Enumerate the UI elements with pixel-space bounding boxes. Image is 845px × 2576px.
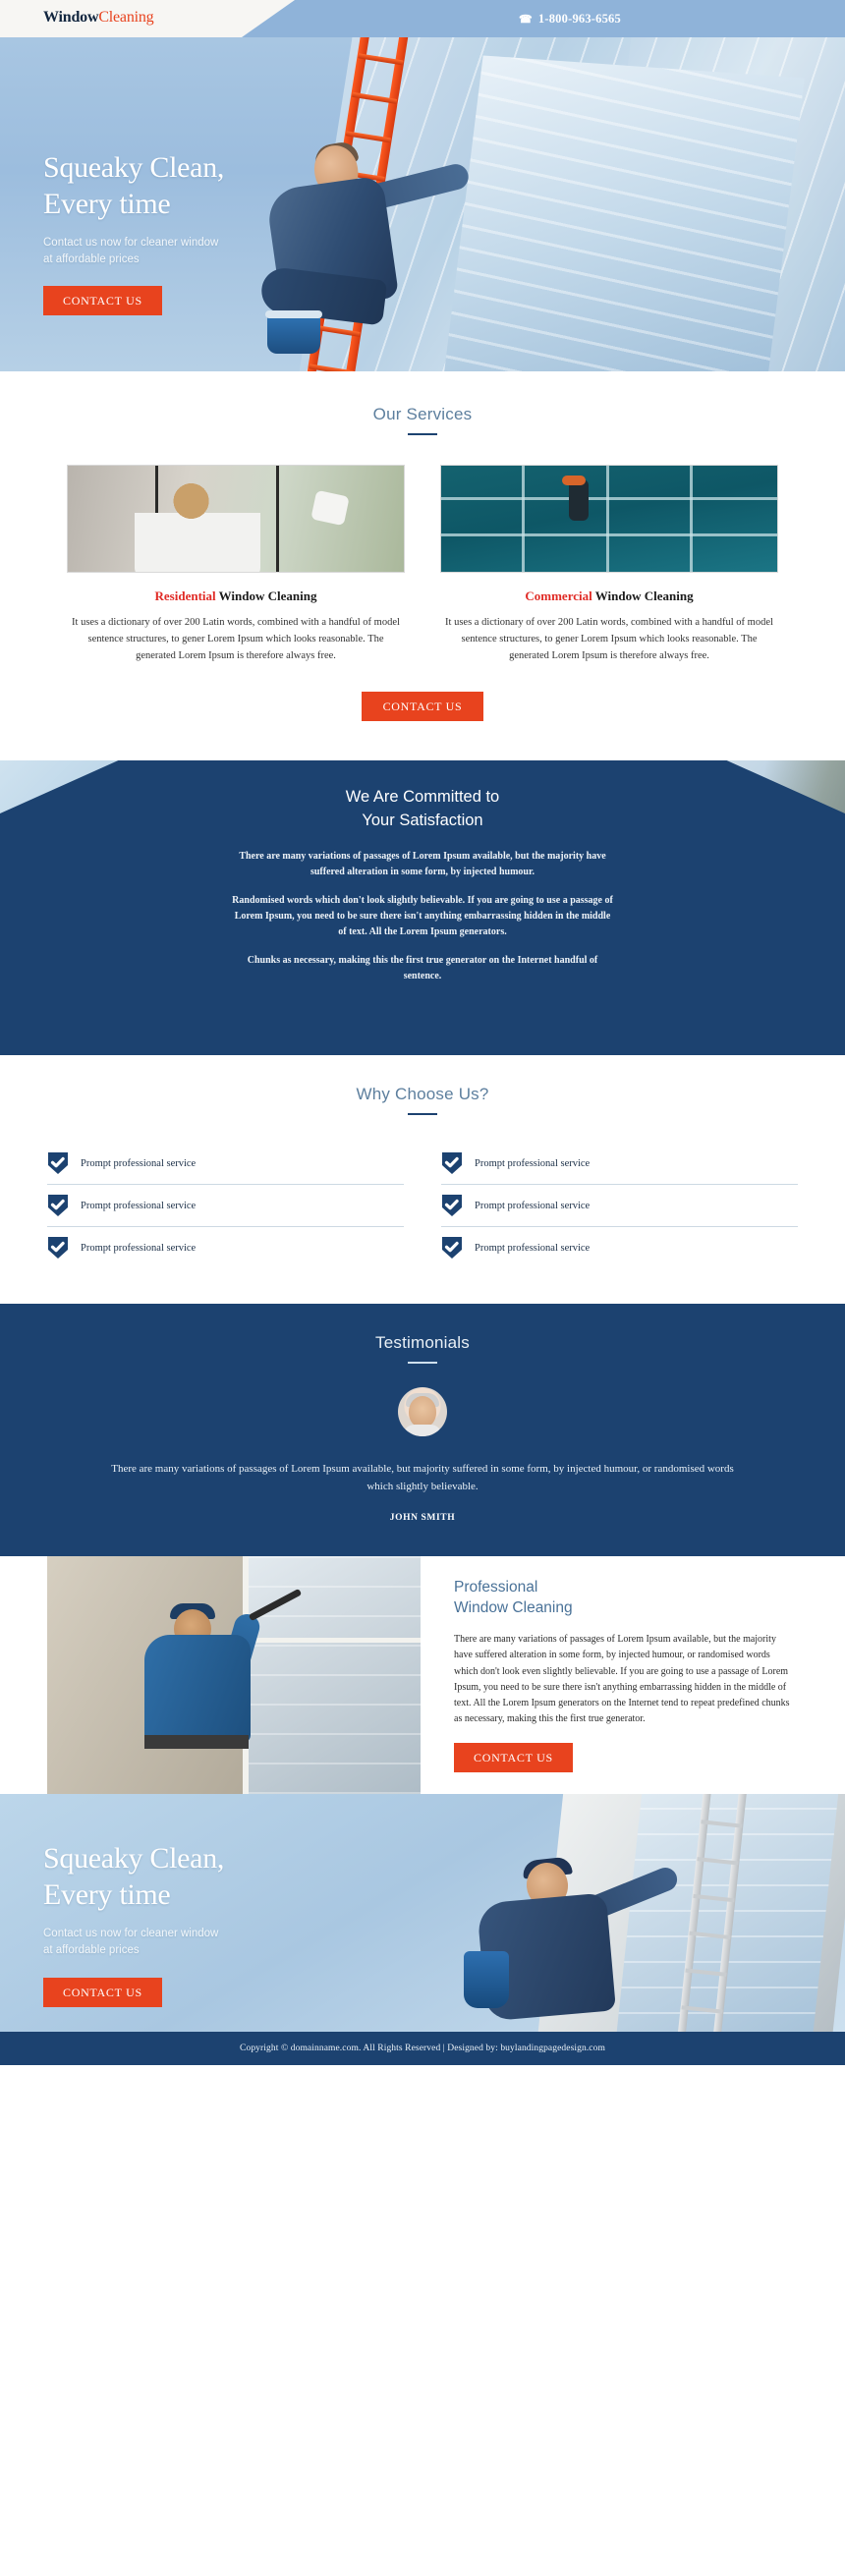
testimonial-author: JOHN SMITH xyxy=(389,1513,456,1524)
professional-title: Professional Window Cleaning xyxy=(454,1578,794,1619)
hero-title: Squeaky Clean, Every time xyxy=(43,150,367,223)
why-right-column: Prompt professional service Prompt profe… xyxy=(441,1143,798,1268)
site-header: WindowCleaning ☎ 1-800-963-6565 xyxy=(0,0,845,37)
hero-subtitle-line2: at affordable prices xyxy=(43,253,140,266)
commercial-card-title: Commercial Window Cleaning xyxy=(440,588,778,604)
residential-service-image xyxy=(67,465,405,573)
commitment-paragraph-3: Chunks as necessary, making this the fir… xyxy=(247,954,598,981)
testimonials-section: Testimonials There are many variations o… xyxy=(0,1304,845,1557)
shield-check-icon xyxy=(441,1194,463,1217)
why-item-label: Prompt professional service xyxy=(475,1200,591,1211)
commitment-content: We Are Committed to Your Satisfaction Th… xyxy=(0,760,845,1055)
footer-copyright-text: Copyright © domainname.com. All Rights R… xyxy=(240,2044,605,2054)
hero-banner: Squeaky Clean, Every time Contact us now… xyxy=(0,37,845,371)
glass-panel xyxy=(443,55,805,371)
avatar xyxy=(398,1387,447,1436)
why-choose-us-grid: Prompt professional service Prompt profe… xyxy=(0,1143,845,1268)
commitment-paragraph-2: Randomised words which don't look slight… xyxy=(232,894,613,937)
commercial-card-accent: Commercial xyxy=(525,588,592,603)
professional-section: Professional Window Cleaning There are m… xyxy=(0,1556,845,1795)
why-item[interactable]: Prompt professional service xyxy=(441,1143,798,1184)
header-phone[interactable]: ☎ 1-800-963-6565 xyxy=(295,0,845,37)
professional-title-line2: Window Cleaning xyxy=(454,1599,573,1617)
why-item-label: Prompt professional service xyxy=(81,1242,197,1254)
hero-subtitle: Contact us now for cleaner window at aff… xyxy=(43,235,367,269)
why-item[interactable]: Prompt professional service xyxy=(47,1143,404,1184)
shield-check-icon xyxy=(441,1151,463,1175)
phone-icon: ☎ xyxy=(519,13,533,26)
hero-title-line2: Every time xyxy=(43,187,171,220)
testimonials-title: Testimonials xyxy=(375,1333,470,1352)
professional-photo xyxy=(47,1556,421,1795)
why-item[interactable]: Prompt professional service xyxy=(47,1184,404,1226)
phone-number: 1-800-963-6565 xyxy=(537,11,621,26)
hero-content: Squeaky Clean, Every time Contact us now… xyxy=(43,150,367,316)
why-item[interactable]: Prompt professional service xyxy=(47,1226,404,1268)
testimonials-title-rule xyxy=(408,1362,437,1364)
services-contact-us-button[interactable]: CONTACT US xyxy=(361,692,484,721)
why-item[interactable]: Prompt professional service xyxy=(441,1184,798,1226)
services-title: Our Services xyxy=(372,405,473,423)
why-item-label: Prompt professional service xyxy=(81,1200,197,1211)
services-section: Our Services Residential Window Cleaning… xyxy=(0,371,845,760)
why-choose-us-title: Why Choose Us? xyxy=(356,1085,489,1103)
commercial-service-image xyxy=(440,465,778,573)
professional-contact-us-button[interactable]: CONTACT US xyxy=(454,1743,573,1773)
service-card-residential: Residential Window Cleaning It uses a di… xyxy=(67,465,405,664)
testimonial-quote: There are many variations of passages of… xyxy=(111,1463,734,1493)
why-title-rule xyxy=(408,1113,437,1115)
commercial-card-text: It uses a dictionary of over 200 Latin w… xyxy=(445,617,773,661)
professional-title-line1: Professional xyxy=(454,1579,538,1596)
bottom-hero-subtitle: Contact us now for cleaner window at aff… xyxy=(43,1926,367,1960)
site-logo[interactable]: WindowCleaning xyxy=(43,9,154,27)
shield-check-icon xyxy=(47,1236,69,1260)
bottom-hero-banner: Squeaky Clean, Every time Contact us now… xyxy=(0,1794,845,2033)
shield-check-icon xyxy=(47,1194,69,1217)
professional-text-block: Professional Window Cleaning There are m… xyxy=(421,1556,845,1794)
bottom-hero-subtitle-line1: Contact us now for cleaner window xyxy=(43,1928,219,1940)
residential-card-text: It uses a dictionary of over 200 Latin w… xyxy=(72,617,400,661)
bottom-hero-title: Squeaky Clean, Every time xyxy=(43,1841,367,1914)
commercial-card-rest: Window Cleaning xyxy=(592,588,694,603)
site-footer: Copyright © domainname.com. All Rights R… xyxy=(0,2032,845,2066)
bottom-hero-title-line2: Every time xyxy=(43,1878,171,1912)
commitment-title: We Are Committed to Your Satisfaction xyxy=(231,786,614,833)
bottom-hero-worker-illustration xyxy=(464,1853,681,2032)
shield-check-icon xyxy=(441,1236,463,1260)
services-title-rule xyxy=(408,433,437,435)
bottom-hero-title-line1: Squeaky Clean, xyxy=(43,1842,225,1876)
shield-check-icon xyxy=(47,1151,69,1175)
residential-card-accent: Residential xyxy=(154,588,216,603)
logo-secondary-text: Cleaning xyxy=(98,9,154,26)
why-choose-us-section: Why Choose Us? Prompt professional servi… xyxy=(0,1055,845,1304)
logo-primary-text: Window xyxy=(43,9,99,26)
bottom-hero-contact-us-button[interactable]: CONTACT US xyxy=(43,1977,162,2007)
residential-card-title: Residential Window Cleaning xyxy=(67,588,405,604)
commitment-paragraph-1: There are many variations of passages of… xyxy=(239,850,606,877)
why-left-column: Prompt professional service Prompt profe… xyxy=(47,1143,404,1268)
services-cta-wrap: CONTACT US xyxy=(0,692,845,721)
commitment-title-line1: We Are Committed to xyxy=(345,788,500,806)
services-cards: Residential Window Cleaning It uses a di… xyxy=(0,465,845,664)
why-item-label: Prompt professional service xyxy=(475,1242,591,1254)
professional-body-text: There are many variations of passages of… xyxy=(454,1634,790,1725)
why-item-label: Prompt professional service xyxy=(81,1157,197,1169)
why-item-label: Prompt professional service xyxy=(475,1157,591,1169)
hero-title-line1: Squeaky Clean, xyxy=(43,151,225,184)
commitment-section: We Are Committed to Your Satisfaction Th… xyxy=(0,760,845,1055)
bottom-hero-subtitle-line2: at affordable prices xyxy=(43,1944,140,1957)
hero-subtitle-line1: Contact us now for cleaner window xyxy=(43,236,219,249)
professional-worker-illustration xyxy=(143,1589,303,1753)
landing-page: WindowCleaning ☎ 1-800-963-6565 Squeaky … xyxy=(0,0,845,2066)
commitment-title-line2: Your Satisfaction xyxy=(362,811,483,829)
residential-card-rest: Window Cleaning xyxy=(215,588,317,603)
why-item[interactable]: Prompt professional service xyxy=(441,1226,798,1268)
service-card-commercial: Commercial Window Cleaning It uses a dic… xyxy=(440,465,778,664)
bottom-hero-content: Squeaky Clean, Every time Contact us now… xyxy=(43,1841,367,2007)
hero-contact-us-button[interactable]: CONTACT US xyxy=(43,286,162,316)
